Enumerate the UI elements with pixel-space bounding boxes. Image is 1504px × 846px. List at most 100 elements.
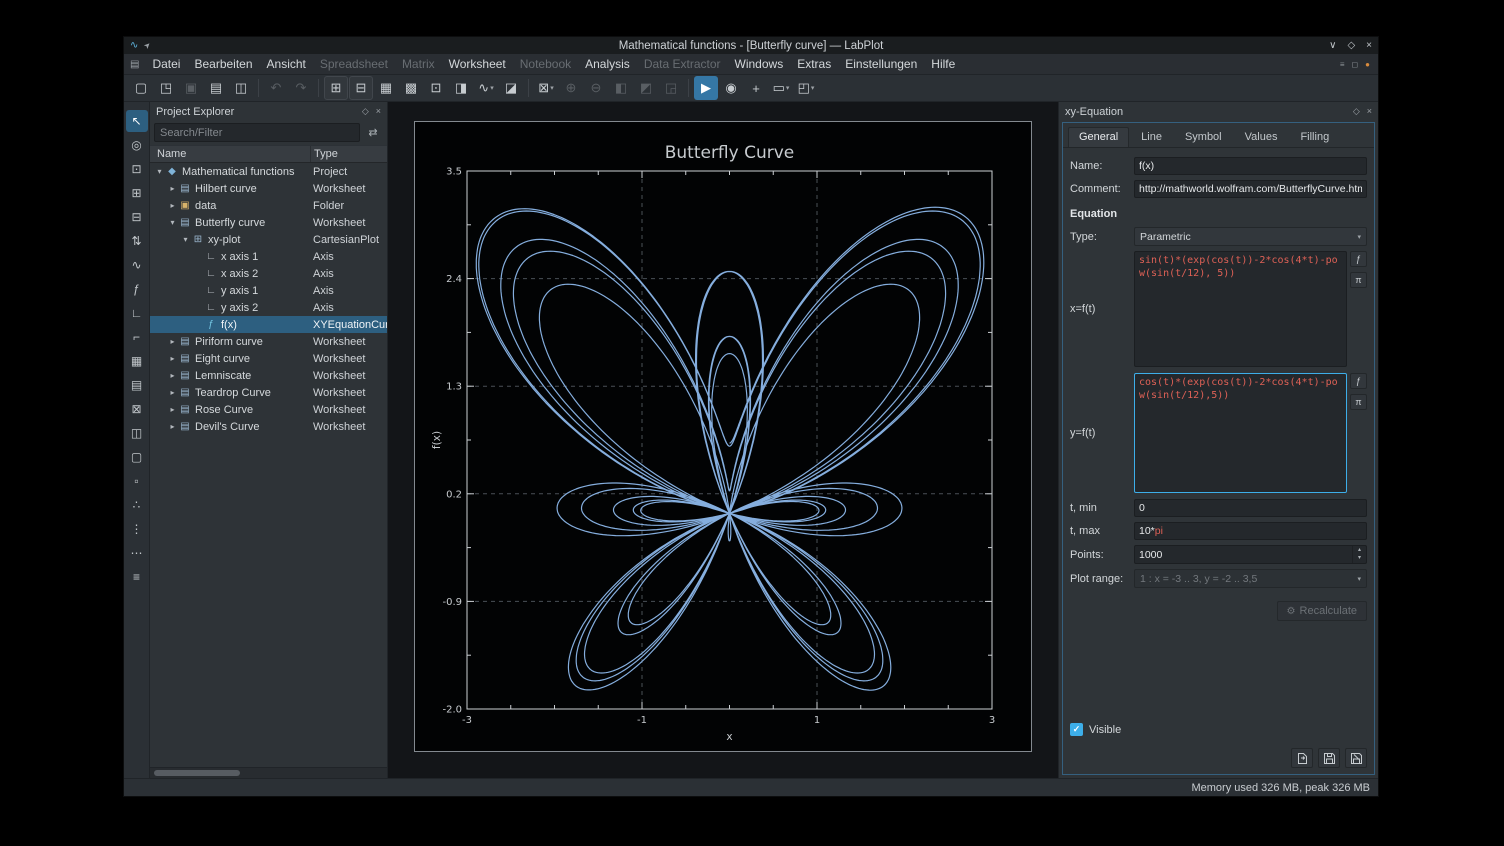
maximize-button[interactable]: ◇ bbox=[1347, 40, 1355, 51]
tree-row-devil-s-curve[interactable]: ▸▤Devil's CurveWorksheet bbox=[150, 418, 387, 435]
visible-checkbox[interactable]: ✓ bbox=[1070, 723, 1083, 736]
tree-column-header[interactable]: Name Type bbox=[150, 145, 387, 163]
open-project-button[interactable]: ◳ bbox=[154, 76, 178, 100]
tool-add-curve[interactable]: ∿ bbox=[126, 254, 148, 276]
tool-select-pointer[interactable]: ↖ bbox=[126, 110, 148, 132]
zone-select-button[interactable]: ⊠▾ bbox=[534, 76, 558, 100]
close-dock-icon[interactable]: × bbox=[1367, 106, 1372, 117]
expand-icon[interactable]: ▸ bbox=[167, 337, 178, 346]
t-min-input[interactable] bbox=[1134, 499, 1367, 517]
search-input[interactable] bbox=[154, 123, 360, 142]
tool-add-image[interactable]: ▤ bbox=[126, 374, 148, 396]
close-button[interactable]: × bbox=[1366, 40, 1372, 51]
filter-options-button[interactable]: ⇄ bbox=[363, 123, 383, 142]
print-preview-button[interactable]: ◫ bbox=[229, 76, 253, 100]
horizontal-scrollbar[interactable] bbox=[150, 767, 387, 778]
insert-constant-y-button[interactable]: π bbox=[1350, 394, 1367, 410]
add-text-button[interactable]: ◪ bbox=[499, 76, 523, 100]
new-workbook-button[interactable]: ▩ bbox=[399, 76, 423, 100]
tool-more[interactable]: ≡ bbox=[126, 566, 148, 588]
print-button[interactable]: ▤ bbox=[204, 76, 228, 100]
comment-input[interactable] bbox=[1134, 180, 1367, 198]
tool-zoom-select[interactable]: ⊡ bbox=[126, 158, 148, 180]
tool-dots-vertical[interactable]: ⋮ bbox=[126, 518, 148, 540]
column-type[interactable]: Type bbox=[310, 146, 387, 162]
tool-zoom-y[interactable]: ⊟ bbox=[126, 206, 148, 228]
new-matrix-button[interactable]: ▦ bbox=[374, 76, 398, 100]
tool-shift[interactable]: ⇅ bbox=[126, 230, 148, 252]
new-notebook-button[interactable]: ◨ bbox=[449, 76, 473, 100]
tree-row-rose-curve[interactable]: ▸▤Rose CurveWorksheet bbox=[150, 401, 387, 418]
menu-analysis[interactable]: Analysis bbox=[578, 55, 637, 73]
tree-row-xy-plot[interactable]: ▾⊞xy-plotCartesianPlot bbox=[150, 231, 387, 248]
tool-add-plot[interactable]: ▦ bbox=[126, 350, 148, 372]
type-combobox[interactable]: Parametric ▾ bbox=[1134, 227, 1367, 246]
tool-split-view[interactable]: ◫ bbox=[126, 422, 148, 444]
import-data-button[interactable]: ⊡ bbox=[424, 76, 448, 100]
name-input[interactable] bbox=[1134, 157, 1367, 175]
tree-row-data[interactable]: ▸▣dataFolder bbox=[150, 197, 387, 214]
overflow-menu-icon[interactable]: ≡ bbox=[1340, 60, 1345, 69]
tool-zoom-x[interactable]: ⊞ bbox=[126, 182, 148, 204]
tab-values[interactable]: Values bbox=[1234, 127, 1289, 147]
float-dock-icon[interactable]: ◇ bbox=[1353, 106, 1360, 117]
tool-add-legend[interactable]: ⌐ bbox=[126, 326, 148, 348]
tree-row-y-axis-2[interactable]: ∟y axis 2Axis bbox=[150, 299, 387, 316]
points-input[interactable] bbox=[1135, 546, 1352, 563]
tab-filling[interactable]: Filling bbox=[1289, 127, 1340, 147]
tool-anchor[interactable]: ∴ bbox=[126, 494, 148, 516]
expand-icon[interactable]: ▸ bbox=[167, 422, 178, 431]
expand-icon[interactable]: ▸ bbox=[167, 405, 178, 414]
tab-line[interactable]: Line bbox=[1130, 127, 1173, 147]
pin-icon[interactable]: ➤ bbox=[142, 40, 153, 51]
tree-row-butterfly-curve[interactable]: ▾▤Butterfly curveWorksheet bbox=[150, 214, 387, 231]
tree-row-hilbert-curve[interactable]: ▸▤Hilbert curveWorksheet bbox=[150, 180, 387, 197]
tab-symbol[interactable]: Symbol bbox=[1174, 127, 1233, 147]
x-equation-input[interactable]: sin(t)*(exp(cos(t))-2*cos(4*t)-pow(sin(t… bbox=[1134, 251, 1347, 367]
save-function-button[interactable] bbox=[1318, 748, 1340, 768]
insert-constant-x-button[interactable]: π bbox=[1350, 272, 1367, 288]
expand-icon[interactable]: ▸ bbox=[167, 201, 178, 210]
tool-crosshair[interactable]: ◎ bbox=[126, 134, 148, 156]
tree-row-f-x[interactable]: ƒf(x)XYEquationCurve bbox=[150, 316, 387, 333]
expand-icon[interactable]: ▸ bbox=[167, 184, 178, 193]
save-as-function-button[interactable] bbox=[1345, 748, 1367, 768]
minimize-button[interactable]: ∨ bbox=[1329, 40, 1336, 51]
select-mode-combo[interactable]: ▭▾ bbox=[769, 76, 793, 100]
tree-row-lemniscate[interactable]: ▸▤LemniscateWorksheet bbox=[150, 367, 387, 384]
points-spinbox[interactable]: ▴ ▾ bbox=[1134, 545, 1367, 564]
tool-add-function[interactable]: ƒ bbox=[126, 278, 148, 300]
expand-icon[interactable]: ▸ bbox=[167, 371, 178, 380]
notification-icon[interactable]: ● bbox=[1365, 60, 1370, 69]
pause-button[interactable]: ◉ bbox=[719, 76, 743, 100]
menu-extras[interactable]: Extras bbox=[790, 55, 838, 73]
tree-row-eight-curve[interactable]: ▸▤Eight curveWorksheet bbox=[150, 350, 387, 367]
menu-hilfe[interactable]: Hilfe bbox=[924, 55, 962, 73]
export-function-button[interactable] bbox=[1291, 748, 1313, 768]
expand-icon[interactable]: ▸ bbox=[167, 354, 178, 363]
y-equation-input[interactable]: cos(t)*(exp(cos(t))-2*cos(4*t)-pow(sin(t… bbox=[1134, 373, 1347, 493]
project-explorer-header[interactable]: Project Explorer ◇ × bbox=[150, 102, 387, 121]
insert-function-y-button[interactable]: ƒ bbox=[1350, 373, 1367, 389]
dock-header[interactable]: xy-Equation ◇ × bbox=[1059, 102, 1378, 121]
close-panel-icon[interactable]: × bbox=[376, 106, 381, 117]
menu-ansicht[interactable]: Ansicht bbox=[260, 55, 313, 73]
worksheet-page[interactable]: -3-1133.52.41.30.2-0.9-2.0Butterfly Curv… bbox=[414, 121, 1032, 752]
expand-icon[interactable]: ▸ bbox=[167, 388, 178, 397]
crosshair-button[interactable]: + bbox=[744, 76, 768, 100]
menu-einstellungen[interactable]: Einstellungen bbox=[838, 55, 924, 73]
new-plot-button[interactable]: ∿▾ bbox=[474, 76, 498, 100]
insert-function-x-button[interactable]: ƒ bbox=[1350, 251, 1367, 267]
column-name[interactable]: Name bbox=[150, 148, 310, 160]
lock-toolbar-icon[interactable]: ◻ bbox=[1352, 60, 1359, 69]
menu-worksheet[interactable]: Worksheet bbox=[442, 55, 513, 73]
tool-add-axis[interactable]: ∟ bbox=[126, 302, 148, 324]
spin-up-icon[interactable]: ▴ bbox=[1358, 547, 1361, 554]
collapse-icon[interactable]: ▾ bbox=[180, 235, 191, 244]
tree-row-piriform-curve[interactable]: ▸▤Piriform curveWorksheet bbox=[150, 333, 387, 350]
new-project-button[interactable]: ▢ bbox=[129, 76, 153, 100]
t-max-input[interactable]: 10*pi bbox=[1134, 522, 1367, 540]
new-spreadsheet-button[interactable]: ⊟ bbox=[349, 76, 373, 100]
tool-add-box[interactable]: ▢ bbox=[126, 446, 148, 468]
menu-bearbeiten[interactable]: Bearbeiten bbox=[187, 55, 259, 73]
